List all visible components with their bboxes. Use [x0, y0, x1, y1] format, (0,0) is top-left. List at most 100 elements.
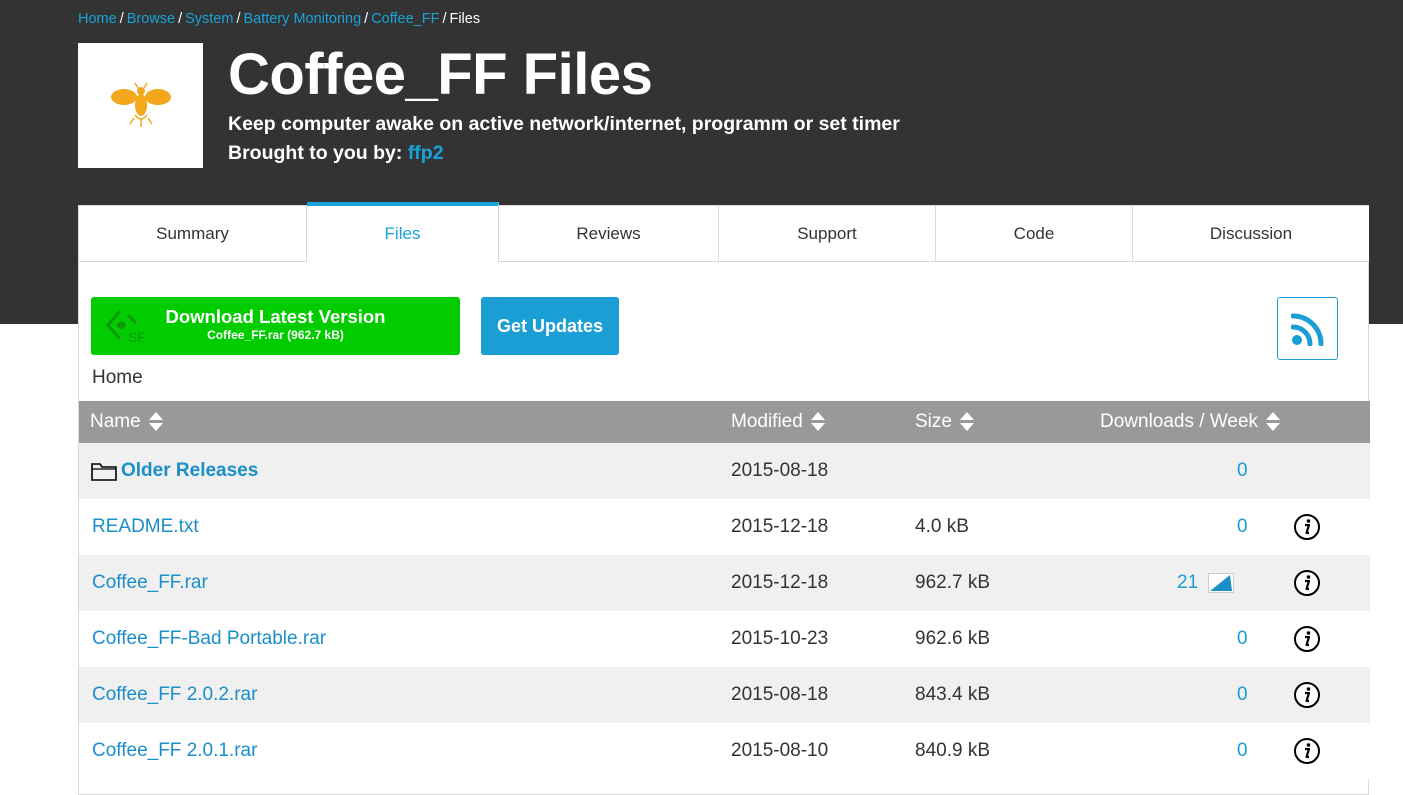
file-link[interactable]: Coffee_FF.rar — [92, 572, 208, 594]
modified-date: 2015-12-18 — [731, 499, 828, 555]
modified-date: 2015-08-18 — [731, 667, 828, 723]
project-summary: Keep computer awake on active network/in… — [228, 113, 900, 136]
column-modified[interactable]: Modified — [731, 401, 825, 443]
breadcrumb-separator: / — [364, 11, 368, 27]
folder-link[interactable]: Older Releases — [121, 460, 258, 482]
download-count[interactable]: 0 — [1237, 684, 1248, 706]
file-link[interactable]: Coffee_FF-Bad Portable.rar — [92, 628, 326, 650]
column-size[interactable]: Size — [915, 401, 974, 443]
breadcrumb-home[interactable]: Home — [78, 11, 117, 27]
download-label: Download Latest Version — [91, 306, 460, 328]
file-row: Coffee_FF 2.0.2.rar 2015-08-18 843.4 kB 0 — [79, 667, 1370, 723]
current-path: Home — [92, 367, 143, 389]
file-info-button[interactable] — [1293, 499, 1321, 555]
downloads-cell: 0 — [1237, 443, 1248, 499]
modified-date: 2015-12-18 — [731, 555, 828, 611]
file-link[interactable]: Coffee_FF 2.0.2.rar — [92, 684, 257, 706]
column-downloads[interactable]: Downloads / Week — [1100, 401, 1280, 443]
name-cell: Coffee_FF.rar — [92, 555, 208, 611]
modified-date: 2015-08-10 — [731, 723, 828, 779]
download-count[interactable]: 0 — [1237, 460, 1248, 482]
tab-code[interactable]: Code — [936, 206, 1133, 262]
name-cell: Older Releases — [91, 443, 258, 499]
file-size: 843.4 kB — [915, 667, 990, 723]
name-cell: Coffee_FF 2.0.1.rar — [92, 723, 257, 779]
tab-discussion[interactable]: Discussion — [1133, 206, 1369, 262]
breadcrumb-system[interactable]: System — [185, 11, 233, 27]
file-size: 962.6 kB — [915, 611, 990, 667]
info-icon — [1293, 513, 1321, 541]
download-count[interactable]: 0 — [1237, 628, 1248, 650]
column-name-label: Name — [90, 411, 141, 433]
download-file-info: Coffee_FF.rar (962.7 kB) — [91, 328, 460, 342]
breadcrumb-separator: / — [178, 11, 182, 27]
info-icon — [1293, 737, 1321, 765]
tab-bar: Summary Files Reviews Support Code Discu… — [79, 206, 1370, 263]
sort-icon — [149, 412, 163, 432]
downloads-cell: 0 — [1237, 723, 1248, 779]
tab-files[interactable]: Files — [307, 202, 499, 263]
file-info-button[interactable] — [1293, 555, 1321, 611]
download-count[interactable]: 21 — [1177, 572, 1198, 594]
modified-date: 2015-08-18 — [731, 443, 828, 499]
sort-icon — [1266, 412, 1280, 432]
name-cell: Coffee_FF-Bad Portable.rar — [92, 611, 326, 667]
column-downloads-label: Downloads / Week — [1100, 411, 1258, 433]
folder-row: Older Releases 2015-08-18 0 — [79, 443, 1370, 499]
column-size-label: Size — [915, 411, 952, 433]
get-updates-button[interactable]: Get Updates — [481, 297, 619, 355]
downloads-cell: 0 — [1237, 667, 1248, 723]
file-size: 962.7 kB — [915, 555, 990, 611]
column-name[interactable]: Name — [90, 401, 163, 443]
rss-feed-button[interactable] — [1277, 297, 1338, 360]
name-cell: README.txt — [92, 499, 199, 555]
breadcrumb-project[interactable]: Coffee_FF — [371, 11, 439, 27]
breadcrumb-browse[interactable]: Browse — [127, 11, 175, 27]
brought-by-label: Brought to you by: — [228, 142, 402, 164]
file-row: Coffee_FF.rar 2015-12-18 962.7 kB 21 — [79, 555, 1370, 611]
download-count[interactable]: 0 — [1237, 740, 1248, 762]
info-icon — [1293, 569, 1321, 597]
file-size: 840.9 kB — [915, 723, 990, 779]
page-title: Coffee_FF Files — [228, 40, 652, 110]
modified-date: 2015-10-23 — [731, 611, 828, 667]
tab-summary[interactable]: Summary — [79, 206, 307, 262]
breadcrumb-separator: / — [236, 11, 240, 27]
download-count[interactable]: 0 — [1237, 516, 1248, 538]
file-row: README.txt 2015-12-18 4.0 kB 0 — [79, 499, 1370, 555]
files-table-header: Name Modified Size Downloads / Week — [79, 401, 1370, 443]
file-info-button[interactable] — [1293, 667, 1321, 723]
file-link[interactable]: Coffee_FF 2.0.1.rar — [92, 740, 257, 762]
downloads-cell: 21 — [1177, 555, 1234, 611]
folder-icon — [91, 461, 117, 481]
breadcrumb: Home/Browse/System/Battery Monitoring/Co… — [78, 11, 480, 27]
file-row: Coffee_FF-Bad Portable.rar 2015-10-23 962.… — [79, 611, 1370, 667]
project-byline: Brought to you by: ffp2 — [228, 142, 444, 165]
breadcrumb-separator: / — [442, 11, 446, 27]
tab-reviews[interactable]: Reviews — [499, 206, 719, 262]
column-modified-label: Modified — [731, 411, 803, 433]
project-logo[interactable] — [78, 43, 203, 168]
downloads-cell: 0 — [1237, 611, 1248, 667]
sort-icon — [811, 412, 825, 432]
file-info-button[interactable] — [1293, 611, 1321, 667]
breadcrumb-battery-monitoring[interactable]: Battery Monitoring — [243, 11, 361, 27]
info-icon — [1293, 625, 1321, 653]
download-latest-button[interactable]: SF Download Latest Version Coffee_FF.rar… — [91, 297, 460, 355]
breadcrumb-separator: / — [120, 11, 124, 27]
sort-icon — [960, 412, 974, 432]
breadcrumb-current: Files — [449, 11, 480, 27]
author-link[interactable]: ffp2 — [408, 142, 444, 164]
file-size: 4.0 kB — [915, 499, 969, 555]
tab-support[interactable]: Support — [719, 206, 936, 262]
name-cell: Coffee_FF 2.0.2.rar — [92, 667, 257, 723]
file-link[interactable]: README.txt — [92, 516, 199, 538]
download-trend-icon[interactable] — [1208, 573, 1234, 593]
firefly-icon — [111, 81, 171, 131]
files-panel: Summary Files Reviews Support Code Discu… — [78, 205, 1369, 795]
downloads-cell: 0 — [1237, 499, 1248, 555]
rss-icon — [1291, 312, 1325, 346]
file-info-button[interactable] — [1293, 723, 1321, 779]
info-icon — [1293, 681, 1321, 709]
file-row: Coffee_FF 2.0.1.rar 2015-08-10 840.9 kB 0 — [79, 723, 1370, 779]
